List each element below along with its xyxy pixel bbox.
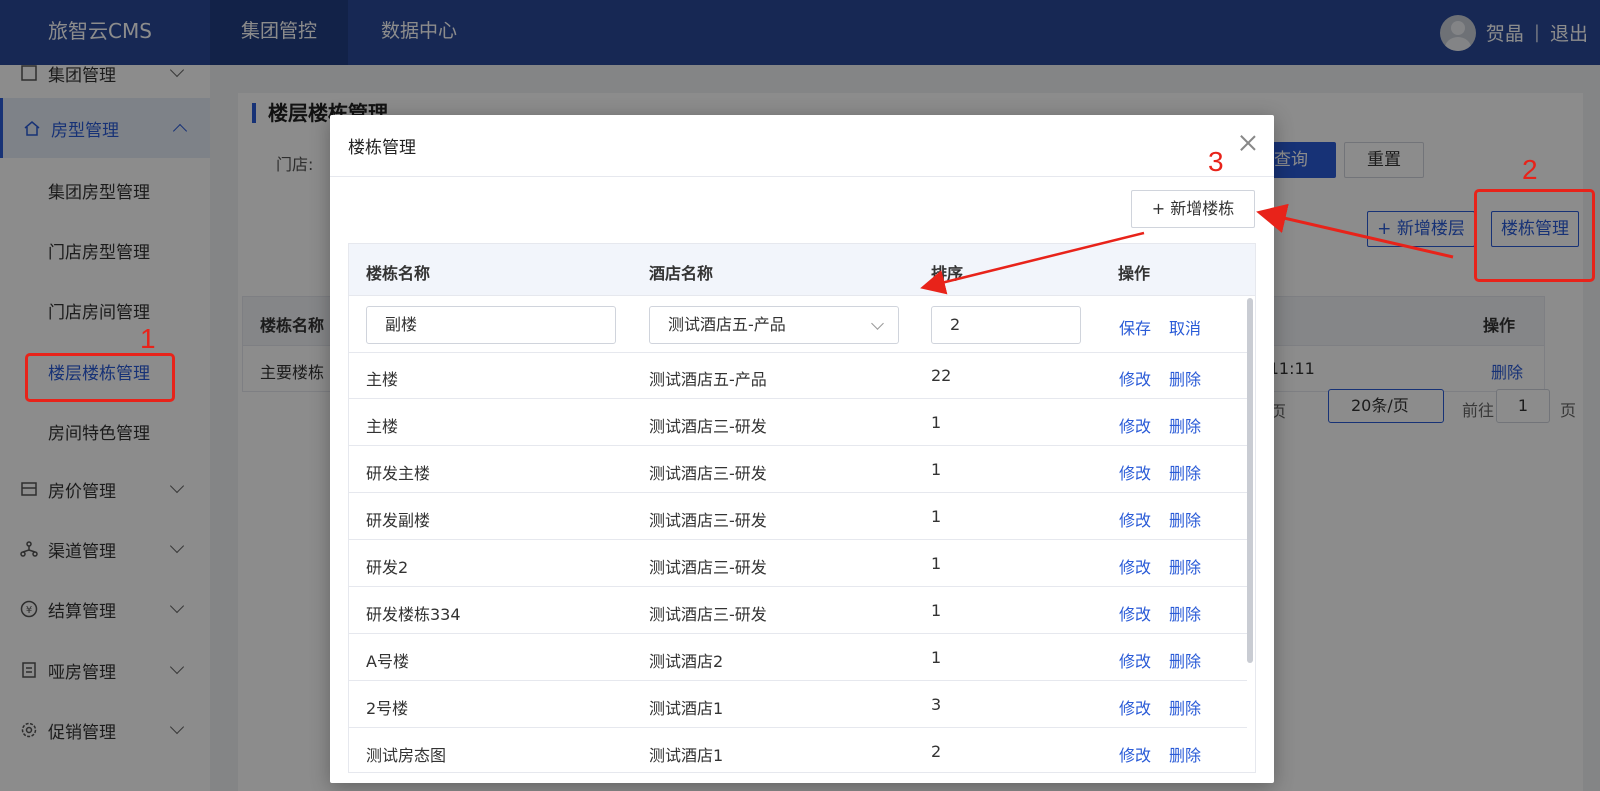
building-name-cell: 研发副楼 bbox=[366, 511, 431, 530]
delete-link[interactable]: 删除 bbox=[1169, 507, 1201, 531]
hotel-name-cell: 测试酒店三-研发 bbox=[649, 417, 767, 436]
table-row: 主楼 测试酒店五-产品 22 修改 删除 bbox=[349, 353, 1247, 399]
edit-link[interactable]: 修改 bbox=[1119, 507, 1151, 531]
edit-link[interactable]: 修改 bbox=[1119, 742, 1151, 766]
table-row: 研发主楼 测试酒店三-研发 1 修改 删除 bbox=[349, 447, 1247, 493]
cancel-link[interactable]: 取消 bbox=[1169, 315, 1201, 339]
close-icon[interactable] bbox=[1238, 133, 1258, 153]
building-mgmt-dialog: 楼栋管理 + 新增楼栋 楼栋名称 酒店名称 排序 操作 副楼 测试酒店五-产品 … bbox=[330, 115, 1274, 783]
hotel-name-cell: 测试酒店三-研发 bbox=[649, 605, 767, 624]
building-name-cell: 主楼 bbox=[366, 370, 399, 389]
hotel-select[interactable]: 测试酒店五-产品 bbox=[649, 306, 899, 344]
hotel-name-cell: 测试酒店五-产品 bbox=[649, 370, 767, 389]
dialog-title: 楼栋管理 bbox=[348, 138, 416, 158]
delete-link[interactable]: 删除 bbox=[1169, 366, 1201, 390]
sort-cell: 1 bbox=[931, 507, 942, 526]
edit-link[interactable]: 修改 bbox=[1119, 695, 1151, 719]
building-name-cell: 研发主楼 bbox=[366, 464, 431, 483]
col-building-name: 楼栋名称 bbox=[366, 264, 431, 283]
hotel-name-cell: 测试酒店1 bbox=[649, 746, 724, 765]
building-name-cell: A号楼 bbox=[366, 652, 409, 671]
hotel-name-cell: 测试酒店三-研发 bbox=[649, 464, 767, 483]
building-name-cell: 主楼 bbox=[366, 417, 399, 436]
building-name-cell: 测试房态图 bbox=[366, 746, 447, 765]
sort-cell: 1 bbox=[931, 413, 942, 432]
col-ops: 操作 bbox=[1118, 264, 1151, 283]
delete-link[interactable]: 删除 bbox=[1169, 695, 1201, 719]
chevron-down-icon bbox=[871, 317, 884, 330]
building-table: 楼栋名称 酒店名称 排序 操作 副楼 测试酒店五-产品 2 保存 取消 主楼测试… bbox=[348, 243, 1256, 773]
sort-cell: 2 bbox=[931, 742, 942, 761]
building-name-cell: 2号楼 bbox=[366, 699, 409, 718]
col-sort: 排序 bbox=[931, 264, 964, 283]
delete-link[interactable]: 删除 bbox=[1169, 413, 1201, 437]
hotel-name-cell: 测试酒店三-研发 bbox=[649, 558, 767, 577]
table-row: 研发副楼 测试酒店三-研发 1 修改 删除 bbox=[349, 494, 1247, 540]
building-name-cell: 研发楼栋334 bbox=[366, 605, 461, 624]
sort-cell: 22 bbox=[931, 366, 952, 385]
table-row: 研发2 测试酒店三-研发 1 修改 删除 bbox=[349, 541, 1247, 587]
table-row: 主楼 测试酒店三-研发 1 修改 删除 bbox=[349, 400, 1247, 446]
delete-link[interactable]: 删除 bbox=[1169, 648, 1201, 672]
hotel-name-cell: 测试酒店2 bbox=[649, 652, 724, 671]
edit-link[interactable]: 修改 bbox=[1119, 601, 1151, 625]
building-name-cell: 研发2 bbox=[366, 558, 409, 577]
edit-link[interactable]: 修改 bbox=[1119, 554, 1151, 578]
sort-cell: 1 bbox=[931, 460, 942, 479]
building-name-input[interactable]: 副楼 bbox=[366, 306, 616, 344]
delete-link[interactable]: 删除 bbox=[1169, 554, 1201, 578]
edit-link[interactable]: 修改 bbox=[1119, 460, 1151, 484]
hotel-select-value: 测试酒店五-产品 bbox=[668, 315, 786, 334]
sort-input[interactable]: 2 bbox=[931, 306, 1081, 344]
sort-cell: 1 bbox=[931, 648, 942, 667]
hotel-name-cell: 测试酒店三-研发 bbox=[649, 511, 767, 530]
save-link[interactable]: 保存 bbox=[1119, 315, 1151, 339]
delete-link[interactable]: 删除 bbox=[1169, 601, 1201, 625]
sort-cell: 3 bbox=[931, 695, 942, 714]
delete-link[interactable]: 删除 bbox=[1169, 460, 1201, 484]
table-row: A号楼 测试酒店2 1 修改 删除 bbox=[349, 635, 1247, 681]
table-header: 楼栋名称 酒店名称 排序 操作 bbox=[349, 244, 1255, 296]
table-row-editing: 副楼 测试酒店五-产品 2 保存 取消 bbox=[349, 297, 1247, 353]
sort-cell: 1 bbox=[931, 554, 942, 573]
hotel-name-cell: 测试酒店1 bbox=[649, 699, 724, 718]
delete-link[interactable]: 删除 bbox=[1169, 742, 1201, 766]
table-row: 研发楼栋334 测试酒店三-研发 1 修改 删除 bbox=[349, 588, 1247, 634]
col-hotel-name: 酒店名称 bbox=[649, 264, 714, 283]
sort-cell: 1 bbox=[931, 601, 942, 620]
edit-link[interactable]: 修改 bbox=[1119, 413, 1151, 437]
table-row: 2号楼 测试酒店1 3 修改 删除 bbox=[349, 682, 1247, 728]
edit-link[interactable]: 修改 bbox=[1119, 648, 1151, 672]
table-row: 测试房态图 测试酒店1 2 修改 删除 bbox=[349, 729, 1247, 772]
table-scrollbar[interactable] bbox=[1247, 298, 1253, 663]
edit-link[interactable]: 修改 bbox=[1119, 366, 1151, 390]
add-building-button[interactable]: + 新增楼栋 bbox=[1131, 190, 1255, 228]
dialog-header: 楼栋管理 bbox=[330, 115, 1274, 177]
